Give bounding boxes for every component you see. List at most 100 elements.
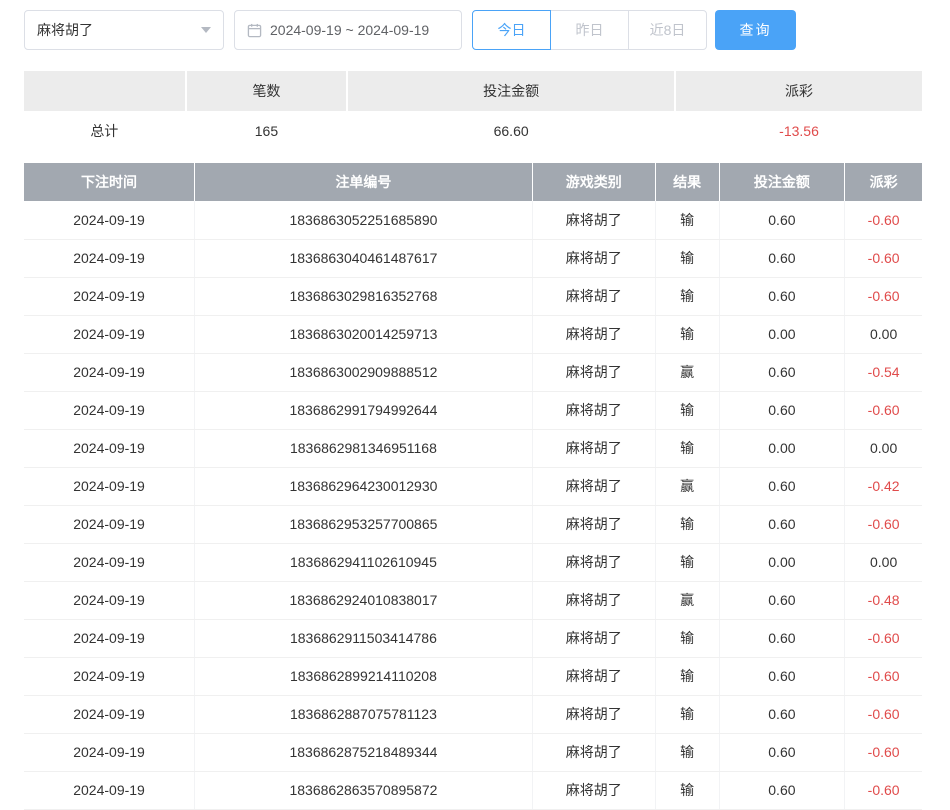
game-type-cell: 麻将胡了 — [532, 201, 655, 239]
bet-amount-cell: 0.60 — [719, 277, 845, 315]
game-select[interactable]: 麻将胡了 — [24, 10, 224, 50]
summary-header-empty — [24, 71, 186, 111]
game-type-cell: 麻将胡了 — [532, 315, 655, 353]
table-row: 2024-09-191836862911503414786麻将胡了输0.60-0… — [24, 619, 922, 657]
calendar-icon — [247, 23, 262, 38]
ticket-id-cell: 1836863040461487617 — [195, 239, 533, 277]
result-cell: 输 — [655, 771, 719, 809]
ticket-id-cell: 1836862991794992644 — [195, 391, 533, 429]
ticket-id-cell: 1836863029816352768 — [195, 277, 533, 315]
bet-time-cell: 2024-09-19 — [24, 543, 195, 581]
bet-time-cell: 2024-09-19 — [24, 391, 195, 429]
bet-amount-cell: 0.00 — [719, 543, 845, 581]
header-game-type: 游戏类别 — [532, 163, 655, 201]
ticket-id-cell: 1836863020014259713 — [195, 315, 533, 353]
payout-cell: -0.54 — [845, 353, 922, 391]
result-cell: 输 — [655, 429, 719, 467]
table-row: 2024-09-191836862899214110208麻将胡了输0.60-0… — [24, 657, 922, 695]
today-button[interactable]: 今日 — [472, 10, 551, 50]
table-row: 2024-09-191836862887075781123麻将胡了输0.60-0… — [24, 695, 922, 733]
ticket-id-cell: 1836862875218489344 — [195, 733, 533, 771]
bet-time-cell: 2024-09-19 — [24, 277, 195, 315]
table-row: 2024-09-191836862863570895872麻将胡了输0.60-0… — [24, 771, 922, 809]
filter-toolbar: 麻将胡了 2024-09-19 ~ 2024-09-19 今日 昨日 近8日 查… — [24, 10, 922, 50]
table-row: 2024-09-191836863020014259713麻将胡了输0.000.… — [24, 315, 922, 353]
game-type-cell: 麻将胡了 — [532, 467, 655, 505]
result-cell: 赢 — [655, 353, 719, 391]
bet-time-cell: 2024-09-19 — [24, 201, 195, 239]
table-row: 2024-09-191836862875218489344麻将胡了输0.60-0… — [24, 733, 922, 771]
payout-cell: 0.00 — [845, 315, 922, 353]
records-body: 2024-09-191836863052251685890麻将胡了输0.60-0… — [24, 201, 922, 809]
game-type-cell: 麻将胡了 — [532, 353, 655, 391]
header-ticket-id: 注单编号 — [195, 163, 533, 201]
bet-amount-cell: 0.60 — [719, 467, 845, 505]
result-cell: 输 — [655, 619, 719, 657]
game-type-cell: 麻将胡了 — [532, 657, 655, 695]
game-type-cell: 麻将胡了 — [532, 277, 655, 315]
payout-cell: -0.48 — [845, 581, 922, 619]
table-row: 2024-09-191836862953257700865麻将胡了输0.60-0… — [24, 505, 922, 543]
result-cell: 输 — [655, 201, 719, 239]
ticket-id-cell: 1836862981346951168 — [195, 429, 533, 467]
bet-time-cell: 2024-09-19 — [24, 315, 195, 353]
summary-header-row: 笔数 投注金额 派彩 — [24, 71, 922, 111]
table-row: 2024-09-191836863029816352768麻将胡了输0.60-0… — [24, 277, 922, 315]
ticket-id-cell: 1836862887075781123 — [195, 695, 533, 733]
table-row: 2024-09-191836863002909888512麻将胡了赢0.60-0… — [24, 353, 922, 391]
summary-count-value: 165 — [186, 111, 348, 151]
header-payout: 派彩 — [845, 163, 922, 201]
summary-bet-amount-value: 66.60 — [347, 111, 675, 151]
summary-total-row: 总计 165 66.60 -13.56 — [24, 111, 922, 151]
bet-time-cell: 2024-09-19 — [24, 619, 195, 657]
chevron-down-icon — [201, 27, 211, 33]
ticket-id-cell: 1836862953257700865 — [195, 505, 533, 543]
bet-amount-cell: 0.60 — [719, 239, 845, 277]
bet-amount-cell: 0.60 — [719, 619, 845, 657]
date-range-input[interactable]: 2024-09-19 ~ 2024-09-19 — [234, 10, 462, 50]
last-8-days-button[interactable]: 近8日 — [628, 10, 707, 50]
game-type-cell: 麻将胡了 — [532, 239, 655, 277]
bet-amount-cell: 0.60 — [719, 201, 845, 239]
payout-cell: -0.60 — [845, 391, 922, 429]
bet-time-cell: 2024-09-19 — [24, 353, 195, 391]
summary-payout-value: -13.56 — [675, 111, 922, 151]
game-type-cell: 麻将胡了 — [532, 505, 655, 543]
table-row: 2024-09-191836862964230012930麻将胡了赢0.60-0… — [24, 467, 922, 505]
ticket-id-cell: 1836862924010838017 — [195, 581, 533, 619]
result-cell: 输 — [655, 391, 719, 429]
payout-cell: 0.00 — [845, 429, 922, 467]
result-cell: 输 — [655, 543, 719, 581]
table-row: 2024-09-191836862991794992644麻将胡了输0.60-0… — [24, 391, 922, 429]
ticket-id-cell: 1836862911503414786 — [195, 619, 533, 657]
result-cell: 输 — [655, 505, 719, 543]
table-row: 2024-09-191836863052251685890麻将胡了输0.60-0… — [24, 201, 922, 239]
payout-cell: -0.60 — [845, 277, 922, 315]
betting-records-page: 麻将胡了 2024-09-19 ~ 2024-09-19 今日 昨日 近8日 查… — [0, 0, 950, 810]
game-type-cell: 麻将胡了 — [532, 733, 655, 771]
query-button[interactable]: 查询 — [715, 10, 796, 50]
payout-cell: -0.60 — [845, 201, 922, 239]
payout-cell: -0.60 — [845, 771, 922, 809]
bet-amount-cell: 0.60 — [719, 353, 845, 391]
payout-cell: -0.60 — [845, 657, 922, 695]
header-bet-time: 下注时间 — [24, 163, 195, 201]
bet-time-cell: 2024-09-19 — [24, 733, 195, 771]
table-row: 2024-09-191836862924010838017麻将胡了赢0.60-0… — [24, 581, 922, 619]
bet-time-cell: 2024-09-19 — [24, 695, 195, 733]
date-range-value: 2024-09-19 ~ 2024-09-19 — [270, 22, 429, 38]
bet-time-cell: 2024-09-19 — [24, 771, 195, 809]
game-type-cell: 麻将胡了 — [532, 771, 655, 809]
bet-time-cell: 2024-09-19 — [24, 467, 195, 505]
records-header-row: 下注时间 注单编号 游戏类别 结果 投注金额 派彩 — [24, 163, 922, 201]
game-type-cell: 麻将胡了 — [532, 429, 655, 467]
bet-time-cell: 2024-09-19 — [24, 239, 195, 277]
bet-amount-cell: 0.60 — [719, 733, 845, 771]
ticket-id-cell: 1836863002909888512 — [195, 353, 533, 391]
bet-amount-cell: 0.60 — [719, 391, 845, 429]
result-cell: 输 — [655, 733, 719, 771]
bet-amount-cell: 0.60 — [719, 657, 845, 695]
yesterday-button[interactable]: 昨日 — [550, 10, 629, 50]
payout-cell: -0.60 — [845, 695, 922, 733]
bet-time-cell: 2024-09-19 — [24, 429, 195, 467]
